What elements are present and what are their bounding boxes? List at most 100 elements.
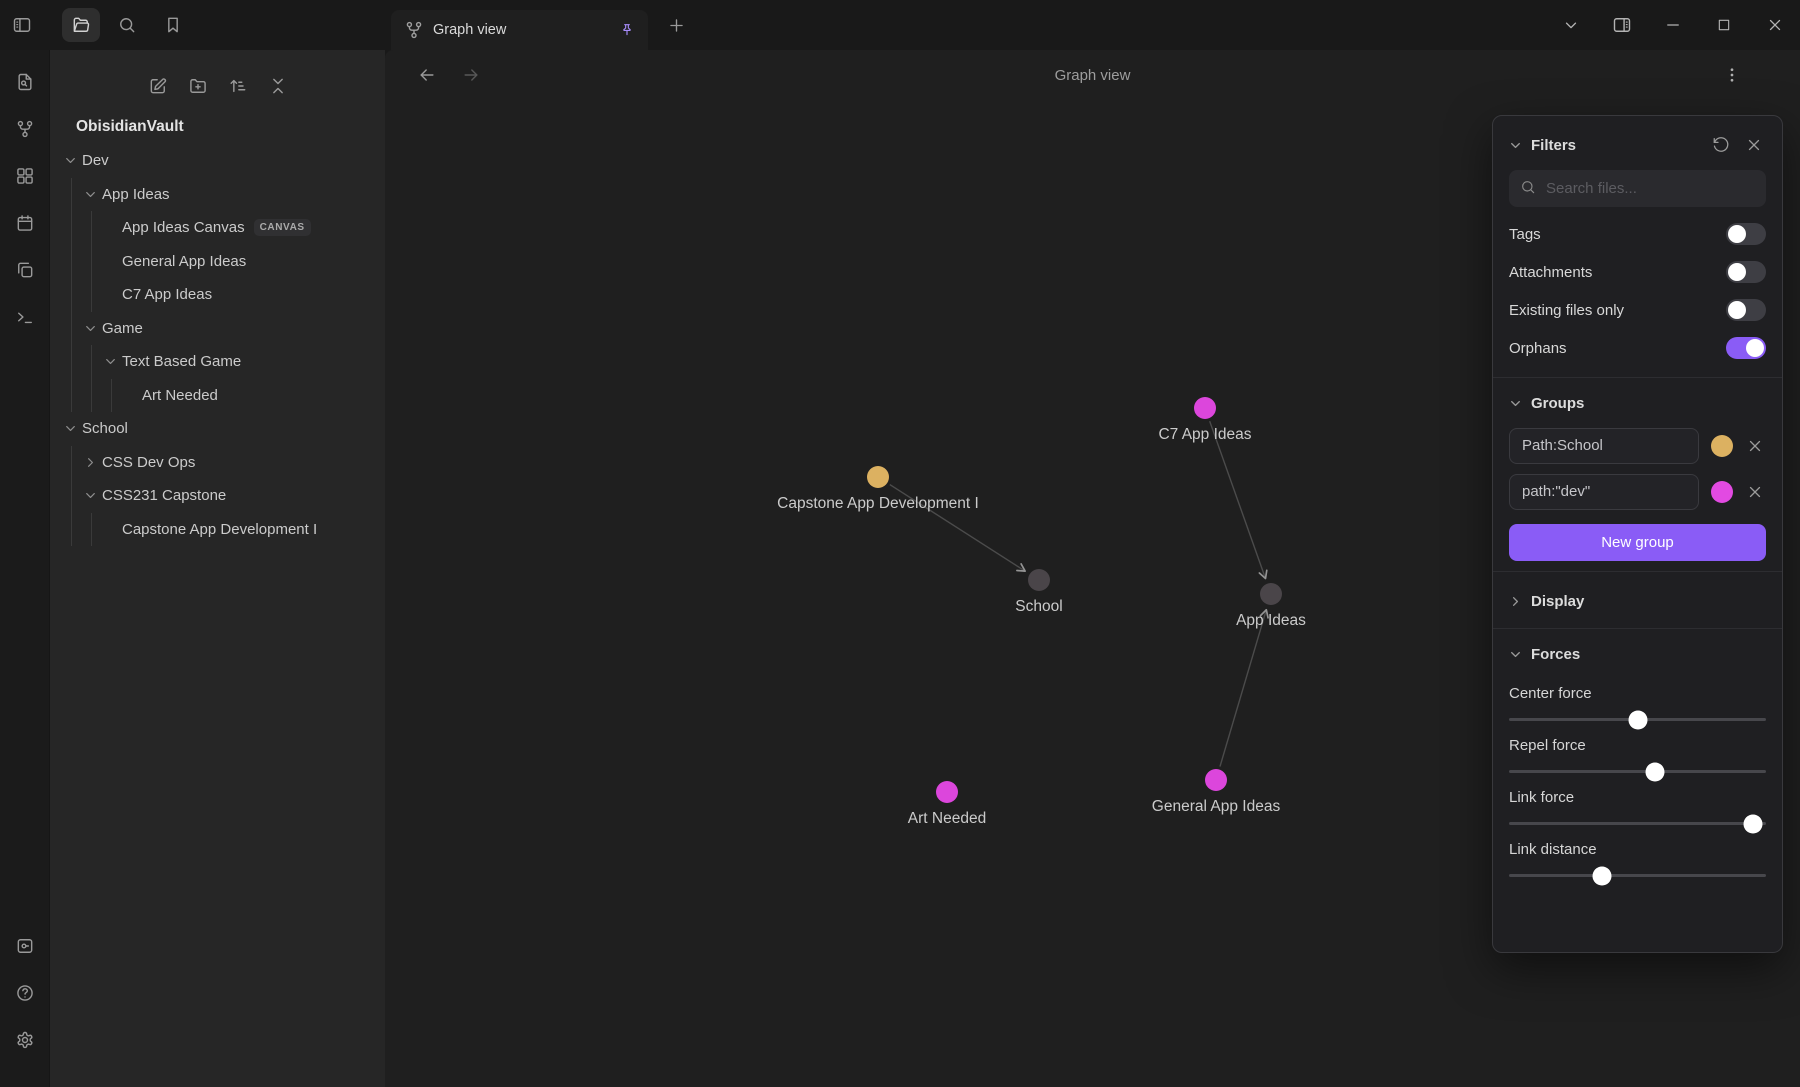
slider-knob[interactable] — [1592, 866, 1611, 885]
restore-defaults-button[interactable] — [1709, 133, 1733, 157]
square-icon — [1716, 17, 1732, 33]
graph-node-school[interactable] — [1028, 569, 1050, 591]
new-note-button[interactable] — [146, 74, 170, 98]
chevron-down-icon[interactable] — [84, 188, 102, 201]
toggle-tags[interactable] — [1726, 223, 1766, 245]
rail-settings-button[interactable] — [11, 1026, 39, 1054]
tree-item-folder[interactable]: School — [50, 412, 385, 446]
rail-canvas-button[interactable] — [11, 162, 39, 190]
sort-order-button[interactable] — [226, 74, 250, 98]
slider-knob[interactable] — [1628, 710, 1647, 729]
forces-section-header[interactable]: Forces — [1509, 639, 1766, 669]
graph-node-art[interactable] — [936, 781, 958, 803]
chevron-down-icon[interactable] — [64, 154, 82, 167]
toggle-existing-files-only[interactable] — [1726, 299, 1766, 321]
slider-link-distance[interactable] — [1509, 874, 1766, 877]
window-controls — [1560, 0, 1786, 50]
indent-guide — [84, 513, 104, 547]
filter-toggles: TagsAttachmentsExisting files onlyOrphan… — [1509, 215, 1766, 367]
tree-item-label: School — [82, 420, 128, 437]
tree-item-folder[interactable]: App Ideas — [50, 178, 385, 212]
calendar-icon — [15, 213, 35, 233]
tree-item-folder[interactable]: CSS231 Capstone — [50, 479, 385, 513]
tree-item-file[interactable]: Capstone App Development I — [50, 513, 385, 547]
graph-edge — [1210, 421, 1266, 578]
tree-item-file[interactable]: General App Ideas — [50, 245, 385, 279]
tree-item-file[interactable]: App Ideas CanvasCANVAS — [50, 211, 385, 245]
chevron-right-icon[interactable] — [84, 456, 102, 469]
group-color-dot[interactable] — [1711, 481, 1733, 503]
tree-item-file[interactable]: Art Needed — [50, 379, 385, 413]
panel-left-icon — [12, 15, 32, 35]
indent-guide — [64, 446, 84, 480]
collapse-all-button[interactable] — [266, 74, 290, 98]
slider-repel-force[interactable] — [1509, 770, 1766, 773]
toggle-orphans[interactable] — [1726, 337, 1766, 359]
toggle-left-sidebar-button[interactable] — [8, 11, 36, 39]
group-query-input[interactable]: Path:School — [1509, 428, 1699, 464]
maximize-button[interactable] — [1713, 14, 1735, 36]
graph-node-label: Art Needed — [908, 810, 986, 827]
chevron-down-icon[interactable] — [84, 322, 102, 335]
group-query-input[interactable]: path:"dev" — [1509, 474, 1699, 510]
new-folder-button[interactable] — [186, 74, 210, 98]
indent-guide — [64, 312, 84, 346]
chevron-down-icon — [1509, 397, 1522, 410]
group-color-dot[interactable] — [1711, 435, 1733, 457]
remove-group-button[interactable] — [1745, 481, 1766, 503]
groups-section-header[interactable]: Groups — [1509, 388, 1766, 418]
slider-center-force[interactable] — [1509, 718, 1766, 721]
tree-item-folder[interactable]: CSS Dev Ops — [50, 446, 385, 480]
slider-link-force[interactable] — [1509, 822, 1766, 825]
left-ribbon-rail — [0, 50, 50, 1087]
chevron-down-icon[interactable] — [84, 489, 102, 502]
graph-node-appideas[interactable] — [1260, 583, 1282, 605]
rail-templates-button[interactable] — [11, 256, 39, 284]
filters-title: Filters — [1531, 137, 1576, 154]
remove-group-button[interactable] — [1745, 435, 1766, 457]
close-panel-button[interactable] — [1742, 133, 1766, 157]
toggle-attachments[interactable] — [1726, 261, 1766, 283]
close-button[interactable] — [1764, 14, 1786, 36]
rail-graph-view-button[interactable] — [11, 115, 39, 143]
graph-node-general[interactable] — [1205, 769, 1227, 791]
x-icon — [1766, 16, 1784, 34]
pane-title: Graph view — [385, 67, 1800, 84]
rail-help-button[interactable] — [11, 979, 39, 1007]
tree-item-folder[interactable]: Game — [50, 312, 385, 346]
toggle-label: Attachments — [1509, 264, 1592, 281]
search-files-input[interactable]: Search files... — [1509, 170, 1766, 207]
slider-knob[interactable] — [1646, 762, 1665, 781]
vault-icon — [15, 936, 35, 956]
vault-title[interactable]: ObisidianVault — [76, 118, 385, 136]
slider-knob[interactable] — [1744, 814, 1763, 833]
rail-quick-switcher-button[interactable] — [11, 68, 39, 96]
pin-icon[interactable] — [619, 22, 635, 38]
ribbon-tab-bookmarks[interactable] — [154, 8, 192, 42]
toggle-right-sidebar-button[interactable] — [1611, 14, 1633, 36]
graph-node-label: App Ideas — [1236, 612, 1306, 629]
tab-graph-view[interactable]: Graph view — [391, 10, 648, 50]
filters-section-header[interactable]: Filters — [1509, 130, 1766, 160]
new-tab-button[interactable] — [662, 11, 690, 39]
display-section-header[interactable]: Display — [1509, 584, 1766, 618]
divider — [1493, 377, 1782, 378]
ribbon-tab-files[interactable] — [62, 8, 100, 42]
chevron-down-icon[interactable] — [104, 355, 122, 368]
tree-item-file[interactable]: C7 App Ideas — [50, 278, 385, 312]
tab-list-button[interactable] — [1560, 14, 1582, 36]
minimize-button[interactable] — [1662, 14, 1684, 36]
ribbon-tab-search[interactable] — [108, 8, 146, 42]
rail-vault-switcher-button[interactable] — [11, 932, 39, 960]
graph-node-c7[interactable] — [1194, 397, 1216, 419]
toggle-label: Tags — [1509, 226, 1541, 243]
chevron-down-icon[interactable] — [64, 422, 82, 435]
rail-daily-note-button[interactable] — [11, 209, 39, 237]
rail-terminal-button[interactable] — [11, 303, 39, 331]
tree-item-folder[interactable]: Text Based Game — [50, 345, 385, 379]
graph-node-label: General App Ideas — [1152, 798, 1281, 815]
titlebar: Graph view — [0, 0, 1800, 50]
graph-node-capstone[interactable] — [867, 466, 889, 488]
new-group-button[interactable]: New group — [1509, 524, 1766, 561]
tree-item-folder[interactable]: Dev — [50, 144, 385, 178]
